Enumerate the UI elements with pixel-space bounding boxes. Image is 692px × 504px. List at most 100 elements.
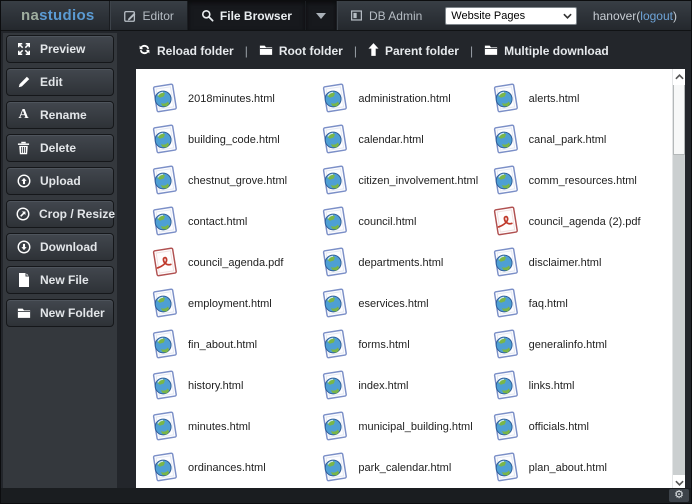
file-item[interactable]: council_agenda.pdf bbox=[150, 242, 320, 283]
file-item[interactable]: generalinfo.html bbox=[491, 324, 661, 365]
file-item[interactable]: index.html bbox=[320, 365, 490, 406]
file-name-label: calendar.html bbox=[358, 133, 424, 146]
rename-button-label: Rename bbox=[40, 108, 87, 122]
reload-folder-button[interactable]: Reload folder bbox=[138, 43, 234, 59]
logout-link[interactable]: logout bbox=[640, 9, 673, 23]
file-name-label: council.html bbox=[358, 215, 417, 228]
file-item[interactable]: canal_park.html bbox=[491, 119, 661, 160]
file-name-label: faq.html bbox=[528, 297, 568, 310]
html-file-globe-icon bbox=[152, 83, 177, 113]
editor-button[interactable]: Editor bbox=[110, 1, 187, 30]
html-file-globe-icon bbox=[323, 452, 348, 482]
new-file-button[interactable]: New File bbox=[6, 266, 114, 294]
file-item[interactable]: minutes.html bbox=[150, 406, 320, 447]
file-item[interactable]: chestnut_grove.html bbox=[150, 160, 320, 201]
root-folder-button[interactable]: Root folder bbox=[259, 44, 343, 59]
file-item[interactable]: calendar.html bbox=[320, 119, 490, 160]
file-name-label: history.html bbox=[188, 379, 244, 392]
upload-button[interactable]: Upload bbox=[6, 167, 114, 195]
file-name-label: eservices.html bbox=[358, 297, 429, 310]
edit-button[interactable]: Edit bbox=[6, 68, 114, 96]
file-item[interactable]: alerts.html bbox=[491, 78, 661, 119]
download-circle-icon bbox=[16, 240, 31, 254]
file-item[interactable]: comm_resources.html bbox=[491, 160, 661, 201]
file-item[interactable]: citizen_involvement.html bbox=[320, 160, 490, 201]
upload-button-label: Upload bbox=[40, 174, 81, 188]
file-item[interactable]: 2018minutes.html bbox=[150, 78, 320, 119]
multiple-download-button[interactable]: Multiple download bbox=[484, 44, 609, 59]
top-bar: na studios Editor File Browser DB Admin W… bbox=[1, 1, 691, 31]
refresh-icon bbox=[138, 43, 151, 59]
file-item[interactable]: departments.html bbox=[320, 242, 490, 283]
html-file-globe-icon bbox=[152, 124, 177, 154]
pdf-file-icon bbox=[152, 247, 177, 277]
user-session-info: hanover (logout) bbox=[593, 1, 691, 30]
expand-icon bbox=[16, 42, 31, 56]
upload-circle-icon bbox=[16, 174, 31, 188]
file-item[interactable]: officials.html bbox=[491, 406, 661, 447]
resize-circle-icon bbox=[16, 207, 30, 221]
file-item[interactable]: council_agenda (2).pdf bbox=[491, 201, 661, 242]
delete-button[interactable]: Delete bbox=[6, 134, 114, 162]
file-item[interactable]: park_calendar.html bbox=[320, 447, 490, 488]
file-item[interactable]: ordinances.html bbox=[150, 447, 320, 488]
file-name-label: 2018minutes.html bbox=[188, 92, 275, 105]
file-item[interactable]: disclaimer.html bbox=[491, 242, 661, 283]
parent-folder-button[interactable]: Parent folder bbox=[368, 43, 459, 59]
toolbar-separator: | bbox=[244, 44, 248, 58]
toolbar-separator: | bbox=[469, 44, 474, 58]
gear-icon[interactable]: ⚙ bbox=[669, 489, 689, 502]
file-name-label: plan_about.html bbox=[528, 461, 607, 474]
file-browser-button-label: File Browser bbox=[219, 8, 292, 23]
file-name-label: administration.html bbox=[358, 92, 451, 105]
html-file-globe-icon bbox=[152, 329, 177, 359]
file-item[interactable]: contact.html bbox=[150, 201, 320, 242]
compose-pencil-icon bbox=[123, 9, 137, 23]
preview-button[interactable]: Preview bbox=[6, 35, 114, 63]
file-name-label: fin_about.html bbox=[188, 338, 258, 351]
file-item[interactable]: plan_about.html bbox=[491, 447, 661, 488]
html-file-globe-icon bbox=[323, 124, 348, 154]
file-item[interactable]: council.html bbox=[320, 201, 490, 242]
file-name-label: minutes.html bbox=[188, 420, 251, 433]
db-admin-button[interactable]: DB Admin bbox=[337, 1, 435, 30]
action-sidebar: Preview Edit A Rename Delete Upload Crop… bbox=[3, 33, 117, 488]
file-item[interactable]: employment.html bbox=[150, 283, 320, 324]
file-item[interactable]: administration.html bbox=[320, 78, 490, 119]
folder-icon bbox=[484, 44, 498, 59]
html-file-globe-icon bbox=[493, 247, 518, 277]
edit-button-label: Edit bbox=[40, 75, 63, 89]
file-name-label: canal_park.html bbox=[528, 133, 607, 146]
file-item[interactable]: building_code.html bbox=[150, 119, 320, 160]
file-browser-button[interactable]: File Browser bbox=[187, 1, 305, 30]
select-chevron-down-icon bbox=[563, 10, 572, 22]
vertical-scrollbar[interactable] bbox=[672, 69, 685, 491]
file-item[interactable]: fin_about.html bbox=[150, 324, 320, 365]
file-item[interactable]: forms.html bbox=[320, 324, 490, 365]
folder-icon bbox=[16, 307, 31, 319]
file-item[interactable]: links.html bbox=[491, 365, 661, 406]
file-item[interactable]: faq.html bbox=[491, 283, 661, 324]
crop-resize-button[interactable]: Crop / Resize bbox=[6, 200, 115, 228]
rename-button[interactable]: A Rename bbox=[6, 101, 114, 129]
app-logo: na studios bbox=[1, 1, 109, 30]
file-name-label: park_calendar.html bbox=[358, 461, 452, 474]
file-browser-dropdown-button[interactable] bbox=[305, 1, 336, 30]
download-button[interactable]: Download bbox=[6, 233, 114, 261]
paren: ) bbox=[673, 8, 677, 23]
scrollbar-thumb[interactable] bbox=[673, 85, 685, 155]
arrow-up-icon bbox=[368, 43, 379, 59]
file-item[interactable]: history.html bbox=[150, 365, 320, 406]
scroll-up-button[interactable] bbox=[673, 69, 685, 85]
new-folder-button[interactable]: New Folder bbox=[6, 299, 114, 327]
preview-button-label: Preview bbox=[40, 42, 86, 56]
file-name-label: index.html bbox=[358, 379, 409, 392]
html-file-globe-icon bbox=[493, 124, 518, 154]
html-file-globe-icon bbox=[323, 329, 348, 359]
file-item[interactable]: eservices.html bbox=[320, 283, 490, 324]
chevron-down-icon bbox=[315, 12, 326, 19]
page-category-select[interactable]: Website Pages bbox=[445, 6, 578, 25]
file-item[interactable]: municipal_building.html bbox=[320, 406, 490, 447]
logo-part-na: na bbox=[21, 7, 40, 24]
